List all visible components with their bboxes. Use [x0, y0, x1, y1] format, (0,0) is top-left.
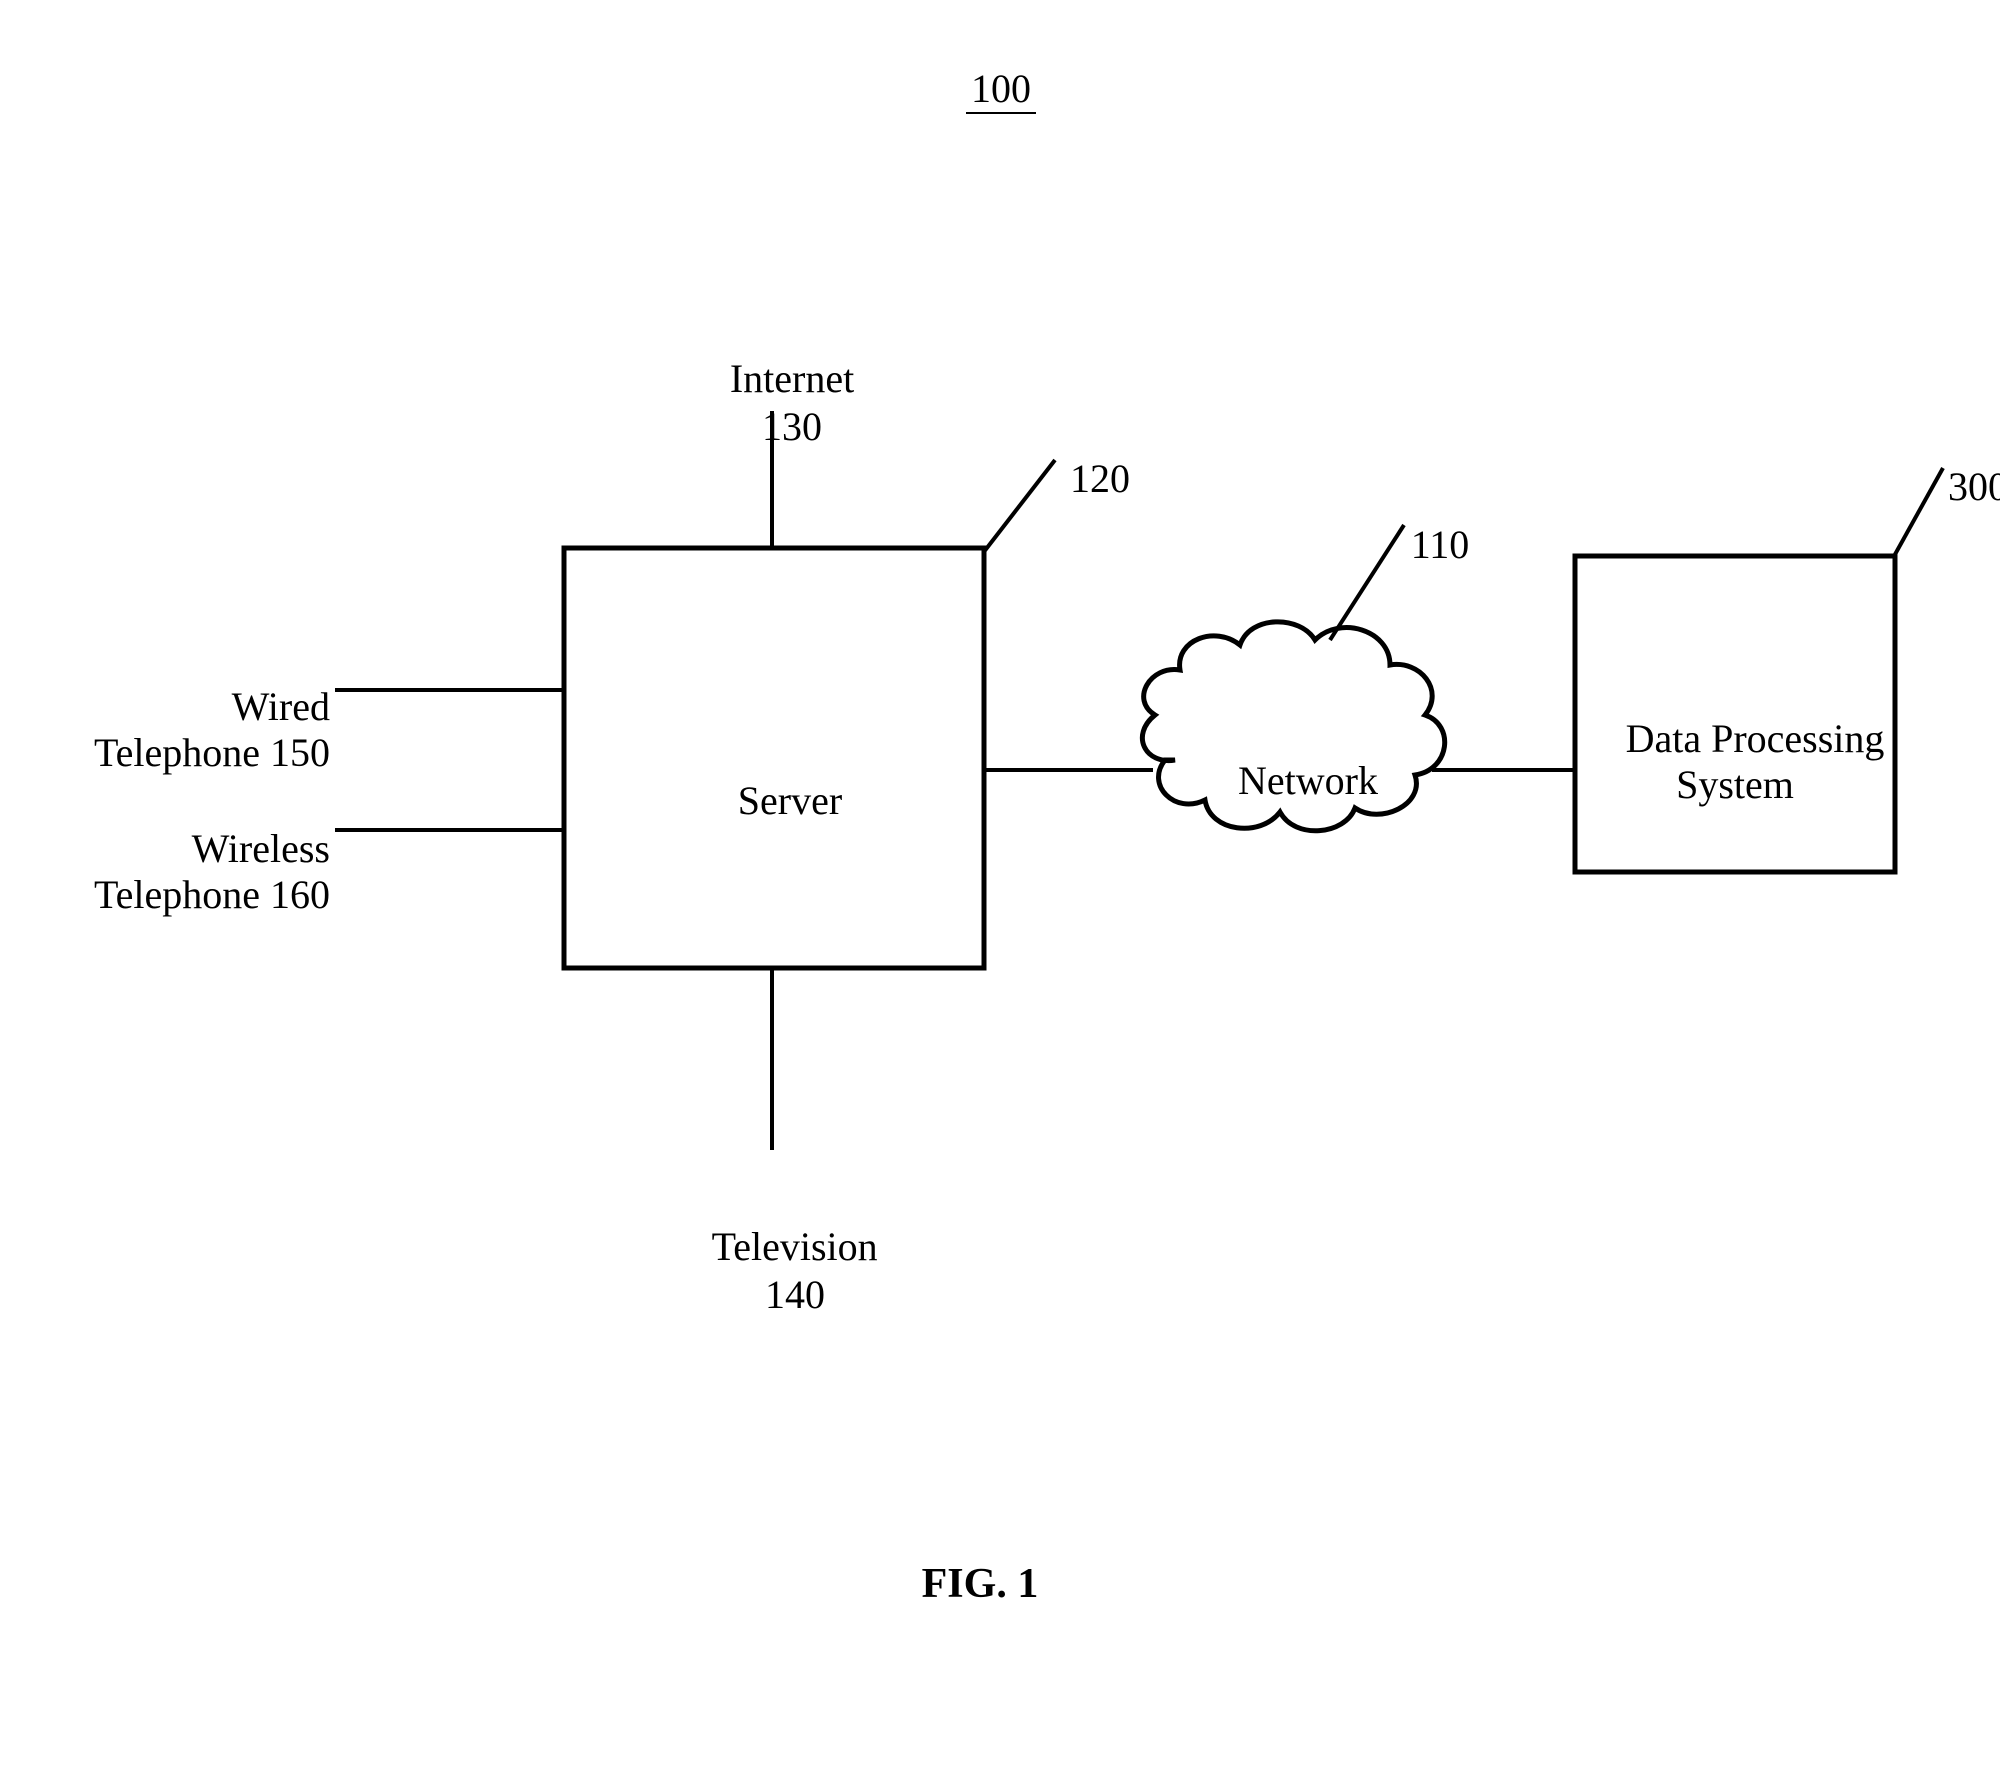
network-ref: 110	[1370, 476, 1470, 614]
wired-phone-label-text: Wired Telephone 150	[94, 684, 330, 775]
figure-caption: FIG. 1	[880, 1560, 1080, 1608]
wireless-phone-label-text: Wireless Telephone 160	[94, 826, 330, 917]
dps-ref-text: 300	[1948, 464, 2000, 509]
internet-ref-text: 130	[762, 404, 822, 449]
server-ref: 120	[1030, 410, 1130, 548]
dps-label-text: Data Processing System	[1626, 716, 1885, 807]
network-ref-text: 110	[1411, 522, 1470, 567]
network-label-text: Network	[1238, 758, 1378, 803]
dps-ref: 300	[1908, 418, 2000, 556]
server-label-text: Server	[738, 778, 842, 823]
dps-label: Data Processing System	[1575, 670, 1895, 854]
wireless-phone-label: Wireless Telephone 160	[70, 780, 330, 964]
television-ref-text: 140	[765, 1272, 825, 1317]
server-label: Server	[670, 732, 870, 870]
server-ref-text: 120	[1070, 456, 1130, 501]
internet-ref: 130	[672, 358, 872, 496]
figure-caption-text: FIG. 1	[922, 1561, 1039, 1607]
television-ref: 140	[650, 1226, 900, 1364]
network-label: Network	[1188, 712, 1388, 850]
diagram-canvas: 100 Server Network	[0, 0, 2000, 1788]
